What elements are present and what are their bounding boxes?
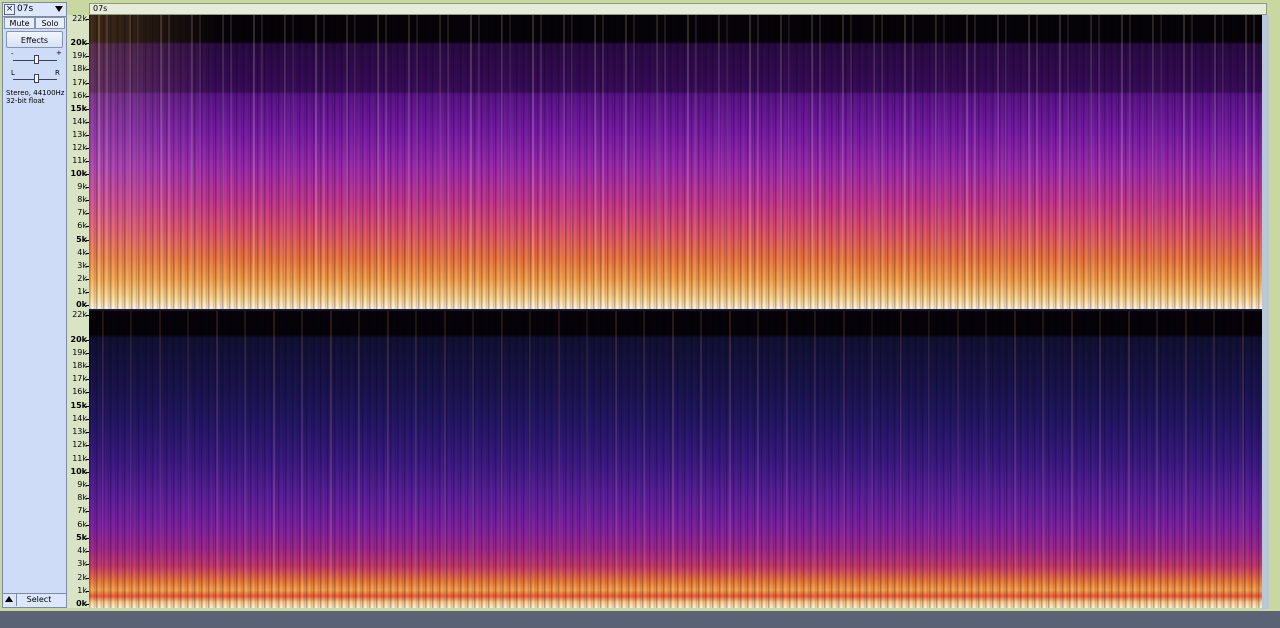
frequency-tick-label: 17k xyxy=(72,374,87,384)
solo-button[interactable]: Solo xyxy=(35,17,65,29)
frequency-tick-label: 16k xyxy=(72,387,87,397)
frequency-tick-label: 13k xyxy=(72,427,87,437)
frequency-tick-label: 20k xyxy=(70,334,87,344)
frequency-tick-label: 13k xyxy=(72,129,87,139)
frequency-tick-label: 10k xyxy=(70,169,87,179)
frequency-tick-label: 15k xyxy=(70,103,87,113)
track-control-panel: × 07s Mute Solo Effects - + L R Stereo, … xyxy=(2,2,67,608)
gain-slider-thumb[interactable] xyxy=(34,55,39,64)
spectrogram-right-channel[interactable] xyxy=(89,311,1264,608)
frequency-tick-label: 20k xyxy=(70,38,87,48)
track-bottom-bar: Select xyxy=(3,593,66,607)
frequency-tick-label: 22k xyxy=(72,14,87,23)
pan-slider-thumb[interactable] xyxy=(34,74,39,83)
frequency-tick-label: 11k xyxy=(72,453,87,463)
spectrogram-left-channel[interactable] xyxy=(89,15,1264,309)
pan-slider[interactable] xyxy=(7,72,63,86)
track-title-bar: × 07s xyxy=(3,3,66,17)
frequency-tick-label: 19k xyxy=(72,347,87,357)
collapse-up-icon xyxy=(5,596,13,602)
dropdown-arrow-icon xyxy=(55,6,63,12)
clip-name: 07s xyxy=(93,4,108,13)
frequency-tick-label: 14k xyxy=(72,116,87,126)
frequency-ruler[interactable]: 22k 20k 19k 18k 17k 16k 15k 14k 13k 12k 11k 10k 9k 8k… xyxy=(67,15,89,608)
track-format-info: Stereo, 44100Hz xyxy=(6,89,65,97)
clip-title-bar[interactable]: 07s xyxy=(89,3,1267,15)
gain-slider[interactable] xyxy=(7,53,63,67)
frequency-tick-label: 14k xyxy=(72,413,87,423)
status-strip xyxy=(0,611,1280,628)
frequency-tick-label: 16k xyxy=(72,90,87,100)
frequency-tick-label: 19k xyxy=(72,51,87,61)
frequency-tick-label: 12k xyxy=(72,440,87,450)
frequency-tick-label: 22k xyxy=(72,310,87,319)
select-track-button[interactable]: Select xyxy=(19,594,59,606)
frequency-tick-label: 15k xyxy=(70,400,87,410)
spectrogram-texture xyxy=(89,311,1264,608)
frequency-tick-label: 12k xyxy=(72,142,87,152)
frequency-tick-label: 18k xyxy=(72,64,87,74)
effects-button[interactable]: Effects xyxy=(6,31,63,48)
track-name-menu[interactable]: 07s xyxy=(17,3,65,16)
track-right-margin xyxy=(1269,15,1280,609)
collapse-track-button[interactable] xyxy=(3,594,17,606)
frequency-tick-label: 18k xyxy=(72,361,87,370)
close-track-button[interactable]: × xyxy=(4,4,15,15)
track-name: 07s xyxy=(17,4,34,14)
mute-button[interactable]: Mute xyxy=(4,17,35,29)
track-bit-depth-info: 32-bit float xyxy=(6,97,45,105)
spectrogram-texture xyxy=(89,15,1264,309)
frequency-tick-label: 10k xyxy=(70,466,87,476)
frequency-tick-label: 17k xyxy=(72,77,87,87)
frequency-tick-label: 11k xyxy=(72,156,87,166)
